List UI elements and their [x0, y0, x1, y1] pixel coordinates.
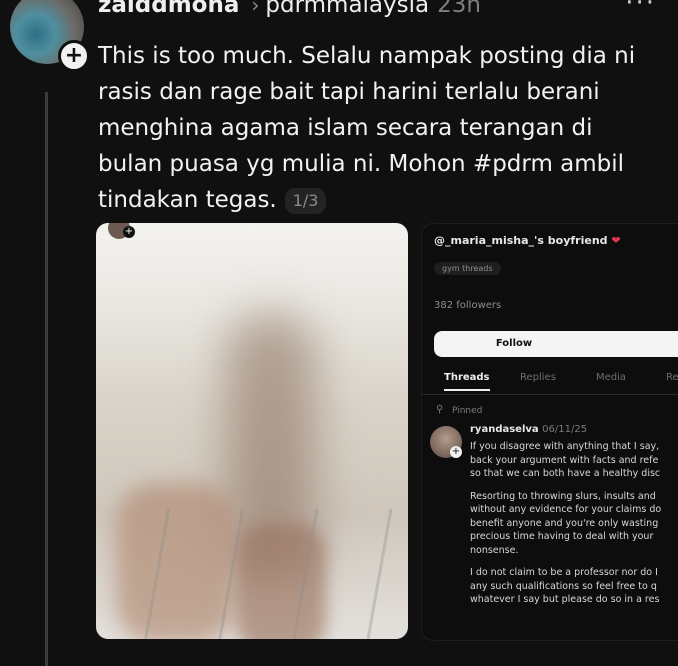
heart-icon: ❤ — [611, 234, 621, 247]
thread-line — [45, 92, 48, 666]
post-header: zaiddmoha › pdrmmalaysia 23h — [98, 0, 481, 18]
tab-threads: Threads — [444, 372, 490, 391]
profile-name: @_maria_misha_'s boyfriend ❤ — [434, 234, 621, 247]
paragraph: I do not claim to be a professor nor do … — [470, 566, 678, 607]
post-body: This is too much. Selalu nampak posting … — [98, 43, 636, 213]
body-line: precious time having to deal with your — [470, 531, 654, 542]
body-line: If you disagree with anything that I say… — [470, 441, 660, 452]
reply-body: If you disagree with anything that I say… — [470, 440, 678, 616]
embedded-plus-icon: + — [123, 226, 135, 238]
post-time: 23h — [437, 0, 481, 18]
pinned-label: Pinned — [452, 406, 483, 416]
media-counter: 1/3 — [284, 187, 327, 214]
follow-plus-icon[interactable]: + — [58, 40, 90, 72]
tab-media: Media — [596, 372, 627, 383]
reply-user: ryandaselva 06/11/25 — [470, 424, 587, 435]
body-line: benefit anyone and you're only wasting — [470, 517, 659, 529]
chevron-right-icon: › — [251, 0, 260, 17]
post-text: This is too much. Selalu nampak posting … — [98, 38, 658, 218]
body-line: whatever I say but please do so in a res — [470, 594, 660, 605]
paragraph: Resorting to throwing slurs, insults and… — [470, 490, 678, 558]
floor-tiles — [96, 509, 408, 639]
follow-button: Follow — [434, 331, 678, 357]
attached-image-blurred[interactable]: + — [96, 223, 408, 639]
reply-plus-icon: + — [450, 446, 462, 458]
body-line: Resorting to throwing slurs, insults and — [470, 490, 656, 502]
more-dots-icon[interactable]: ··· — [625, 0, 656, 18]
profile-tabs: Threads Replies Media Re — [422, 372, 678, 395]
body-line: back your argument with facts and refe — [470, 454, 659, 466]
author-username[interactable]: zaiddmoha — [98, 0, 239, 18]
profile-name-text: @_maria_misha_'s boyfriend — [434, 234, 608, 247]
body-line: without any evidence for your claims do — [470, 504, 662, 515]
profile-tag: gym threads — [434, 262, 501, 275]
body-line: any such qualifications so feel free to … — [470, 580, 657, 592]
tab-reposts: Re — [666, 372, 678, 383]
body-line: I do not claim to be a professor nor do … — [470, 567, 658, 578]
reply-to-username[interactable]: pdrmmalaysia — [265, 0, 429, 18]
paragraph: If you disagree with anything that I say… — [470, 440, 678, 481]
tab-replies: Replies — [520, 372, 556, 383]
body-line: so that we can both have a healthy disc — [470, 468, 661, 479]
pin-icon: ⚲ — [436, 404, 444, 415]
reply-date: 06/11/25 — [542, 424, 588, 435]
profile-followers: 382 followers — [434, 300, 502, 311]
reply-username: ryandaselva — [470, 424, 539, 435]
body-line: nonsense. — [470, 544, 519, 556]
attached-image-profile[interactable]: @_maria_misha_'s boyfriend ❤ gym threads… — [421, 223, 678, 641]
